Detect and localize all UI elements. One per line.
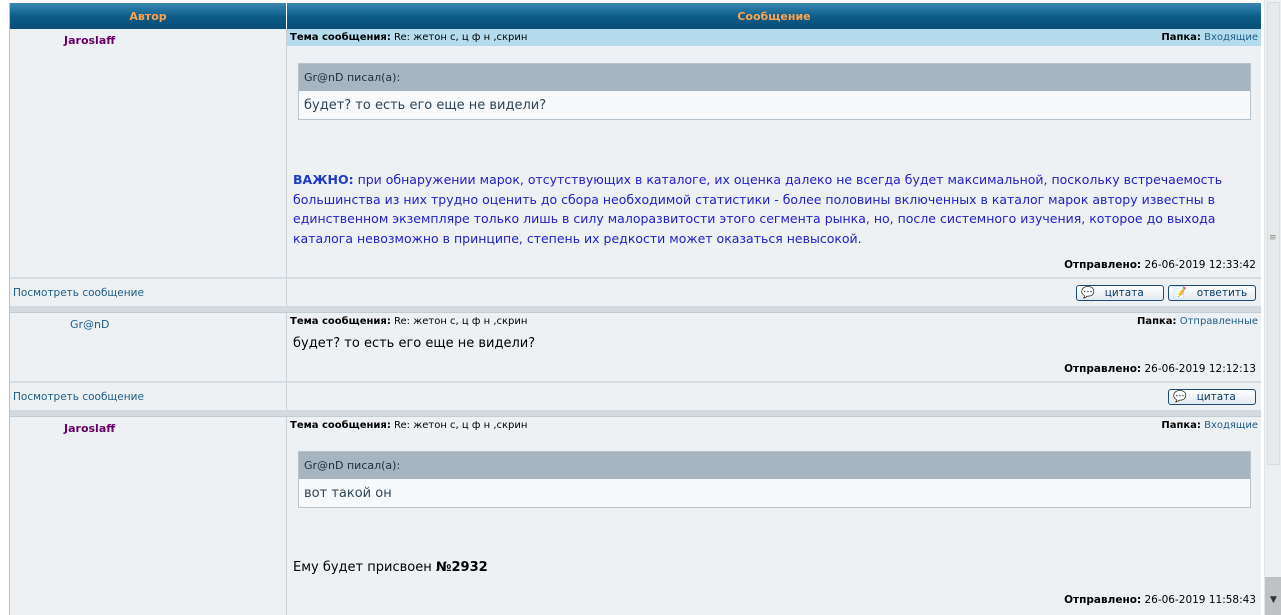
folder-link[interactable]: Входящие bbox=[1204, 420, 1258, 431]
post-author-cell: Jaroslaff bbox=[10, 29, 287, 278]
folder-label: Папка: bbox=[1161, 32, 1201, 43]
quote-author: Gr@nD писал(а): bbox=[299, 452, 1250, 479]
arrow-down-icon[interactable]: ▼ bbox=[1265, 577, 1281, 615]
subject-text: Re: жетон с, ц ф н ,скрин bbox=[394, 32, 528, 43]
quote-button[interactable]: 💬 цитата bbox=[1168, 388, 1256, 405]
folder-link[interactable]: Отправленные bbox=[1180, 316, 1258, 327]
body-number: №2932 bbox=[435, 560, 488, 575]
pm-table: Автор Сообщение Jaroslaff Тема сообщения… bbox=[9, 3, 1261, 615]
subject-label: Тема сообщения: bbox=[290, 420, 391, 431]
post-actions: Посмотреть сообщение 💬 цитата bbox=[10, 382, 1261, 410]
speech-bubble-icon: 💬 bbox=[1173, 390, 1187, 403]
quote-block: Gr@nD писал(а): вот такой он bbox=[298, 451, 1251, 508]
sent-label: Отправлено: bbox=[1064, 363, 1142, 375]
quote-text: будет? то есть его еще не видели? bbox=[304, 97, 547, 113]
grip-icon: ≡ bbox=[1269, 233, 1277, 243]
folder-link[interactable]: Входящие bbox=[1204, 32, 1258, 43]
sent-label: Отправлено: bbox=[1064, 259, 1142, 271]
post-author-cell: Jaroslaff bbox=[10, 417, 287, 615]
post-1: Jaroslaff Тема сообщения: Re: жетон с, ц… bbox=[10, 29, 1261, 278]
post-separator bbox=[10, 306, 1261, 313]
sent-date: 26-06-2019 12:33:42 bbox=[1144, 259, 1256, 271]
sent-info: Отправлено: 26-06-2019 12:12:13 bbox=[1064, 363, 1261, 375]
post-2: Gr@nD Тема сообщения: Re: жетон с, ц ф н… bbox=[10, 313, 1261, 382]
sent-info: Отправлено: 26-06-2019 12:33:42 bbox=[1064, 259, 1261, 271]
folder-label: Папка: bbox=[1136, 316, 1177, 327]
message-column-header: Сообщение bbox=[287, 3, 1261, 29]
post-message-cell: Тема сообщения: Re: жетон с, ц ф н ,скри… bbox=[287, 417, 1261, 615]
post-body: будет? то есть его еще не видели? bbox=[293, 336, 536, 351]
quote-button[interactable]: 💬 цитата bbox=[1076, 284, 1164, 301]
post-subject-bar: Тема сообщения: Re: жетон с, ц ф н ,скри… bbox=[287, 417, 1261, 434]
folder-label: Папка: bbox=[1161, 420, 1201, 431]
quote-block: Gr@nD писал(а): будет? то есть его еще н… bbox=[298, 63, 1251, 120]
important-label: ВАЖНО: bbox=[293, 172, 354, 187]
post-subject-bar: Тема сообщения: Re: жетон с, ц ф н ,скри… bbox=[287, 313, 1261, 330]
quote-author: Gr@nD писал(а): bbox=[299, 64, 1250, 91]
sent-info: Отправлено: 26-06-2019 11:58:43 bbox=[1064, 594, 1261, 606]
post-actions: Посмотреть сообщение 💬 цитата 📝 ответить bbox=[10, 278, 1261, 306]
post-subject-bar: Тема сообщения: Re: жетон с, ц ф н ,скри… bbox=[287, 29, 1261, 46]
sent-label: Отправлено: bbox=[1064, 594, 1142, 606]
quote-text: вот такой он bbox=[304, 485, 392, 501]
author-column-header: Автор bbox=[10, 3, 287, 29]
post-3: Jaroslaff Тема сообщения: Re: жетон с, ц… bbox=[10, 417, 1261, 615]
view-message-link[interactable]: Посмотреть сообщение bbox=[10, 383, 287, 410]
post-separator bbox=[10, 410, 1261, 417]
subject-label: Тема сообщения: bbox=[290, 316, 391, 327]
table-header: Автор Сообщение bbox=[10, 3, 1261, 29]
vertical-scrollbar[interactable]: ≡ ▼ bbox=[1264, 0, 1281, 615]
post-message-cell: Тема сообщения: Re: жетон с, ц ф н ,скри… bbox=[287, 313, 1261, 382]
post-body: Ему будет присвоен №2932 bbox=[287, 560, 1261, 575]
post-author-name[interactable]: Gr@nD bbox=[70, 318, 286, 331]
view-message-link[interactable]: Посмотреть сообщение bbox=[10, 279, 287, 306]
speech-bubble-icon: 💬 bbox=[1081, 286, 1095, 299]
subject-label: Тема сообщения: bbox=[290, 32, 391, 43]
post-author-cell: Gr@nD bbox=[10, 313, 287, 382]
post-message-cell: Тема сообщения: Re: жетон с, ц ф н ,скри… bbox=[287, 29, 1261, 278]
post-author-name[interactable]: Jaroslaff bbox=[64, 422, 286, 435]
subject-text: Re: жетон с, ц ф н ,скрин bbox=[394, 316, 528, 327]
subject-text: Re: жетон с, ц ф н ,скрин bbox=[394, 420, 528, 431]
post-author-name[interactable]: Jaroslaff bbox=[64, 34, 286, 47]
body-prefix: Ему будет присвоен bbox=[293, 560, 432, 575]
reply-button[interactable]: 📝 ответить bbox=[1168, 284, 1256, 301]
sent-date: 26-06-2019 11:58:43 bbox=[1144, 594, 1256, 606]
post-body: ВАЖНО: при обнаружении марок, отсутствую… bbox=[287, 170, 1261, 248]
important-text: при обнаружении марок, отсутствующих в к… bbox=[293, 172, 1223, 246]
sent-date: 26-06-2019 12:12:13 bbox=[1144, 363, 1256, 375]
notepad-icon: 📝 bbox=[1173, 286, 1187, 299]
